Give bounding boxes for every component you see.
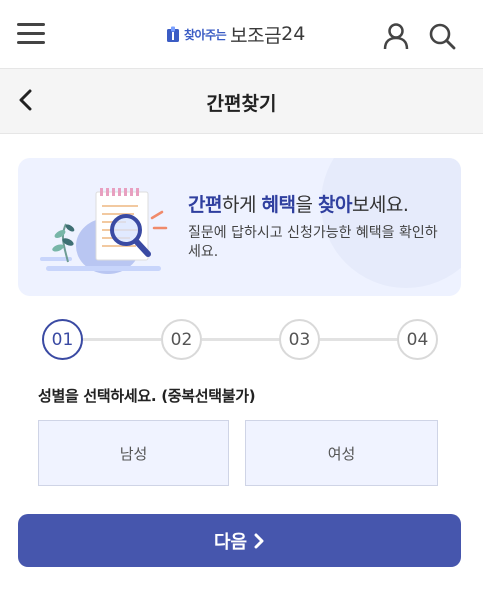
- step-connector: [320, 338, 398, 341]
- next-button-label: 다음: [213, 531, 248, 553]
- step-indicator: 01 02 03 04: [42, 319, 438, 360]
- sub-header: 간편찾기: [0, 68, 483, 134]
- top-bar: 찾아주는 보조금 24: [0, 0, 483, 68]
- headline-word: 을: [295, 194, 318, 216]
- banner-decoration: [321, 158, 461, 288]
- headline-word: 혜택: [261, 194, 296, 216]
- search-icon[interactable]: [428, 22, 456, 50]
- headline-word: 보세요.: [351, 194, 409, 216]
- headline-word: 찾아: [317, 194, 352, 216]
- next-button[interactable]: 다음: [18, 514, 461, 567]
- logo-number: 24: [281, 23, 306, 45]
- option-male-button[interactable]: 남성: [38, 420, 229, 486]
- step-2: 02: [161, 319, 202, 360]
- document-search-illustration: [40, 188, 168, 274]
- step-connector: [83, 338, 161, 341]
- headline-word: 간편: [188, 194, 222, 216]
- intro-banner: 간편하게 혜택을 찾아보세요. 질문에 답하시고 신청가능한 혜택을 확인하세요…: [18, 158, 461, 296]
- option-female-button[interactable]: 여성: [245, 420, 438, 486]
- banner-headline: 간편하게 혜택을 찾아보세요.: [188, 190, 409, 217]
- banner-description: 질문에 답하시고 신청가능한 혜택을 확인하세요.: [188, 225, 438, 260]
- question-text: 성별을 선택하세요. (중복선택불가): [38, 387, 256, 405]
- headline-word: 하게: [221, 194, 262, 216]
- step-connector: [202, 338, 280, 341]
- page-title: 간편찾기: [206, 93, 277, 115]
- step-4: 04: [397, 319, 438, 360]
- chevron-right-icon: [254, 533, 264, 548]
- step-3: 03: [279, 319, 320, 360]
- user-icon[interactable]: [382, 22, 410, 50]
- logo-mark-icon: [167, 26, 179, 42]
- step-1: 01: [42, 319, 83, 360]
- logo-title: 보조금: [230, 24, 282, 47]
- logo[interactable]: 찾아주는 보조금 24: [166, 22, 306, 47]
- hamburger-icon[interactable]: [17, 23, 45, 45]
- logo-subtitle: 찾아주는: [184, 27, 227, 42]
